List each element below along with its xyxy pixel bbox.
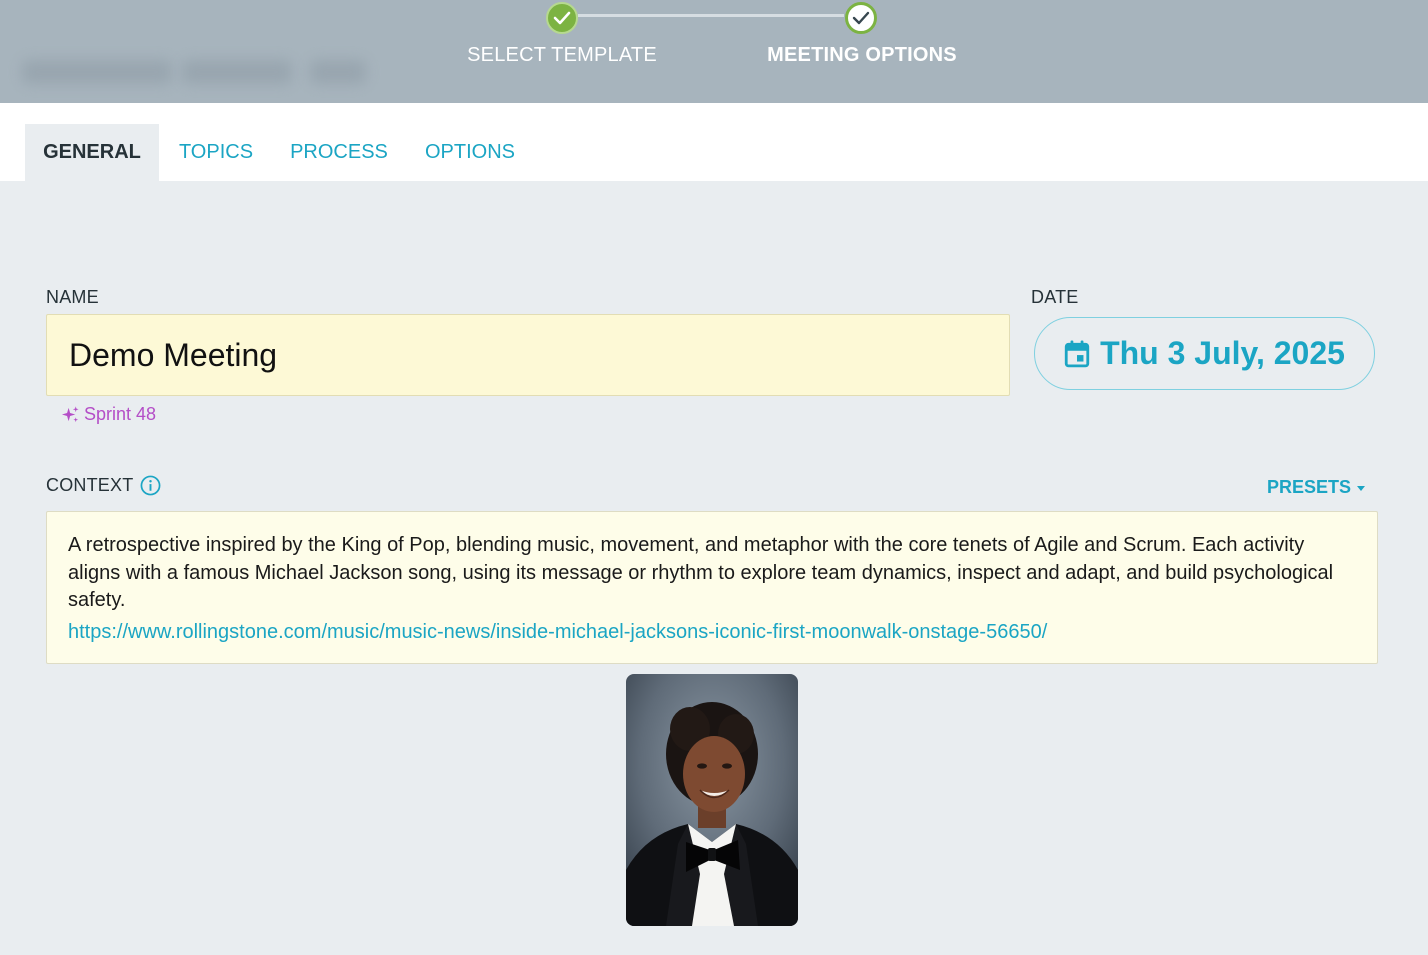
step-meeting-options-label[interactable]: MEETING OPTIONS (742, 44, 982, 67)
meeting-name-input[interactable]: Demo Meeting (46, 314, 1010, 396)
portrait-image (626, 674, 798, 926)
tab-bar: GENERAL TOPICS PROCESS OPTIONS (0, 103, 1428, 181)
tab-general[interactable]: GENERAL (25, 124, 159, 181)
blurred-breadcrumb (310, 60, 366, 84)
context-link[interactable]: https://www.rollingstone.com/music/music… (68, 619, 1356, 647)
step-select-template-indicator[interactable] (546, 2, 578, 34)
check-icon (553, 11, 571, 25)
date-value: Thu 3 July, 2025 (1100, 335, 1345, 371)
presets-dropdown[interactable]: PRESETS (1267, 477, 1366, 498)
date-label: DATE (1031, 287, 1079, 307)
name-suggestion-chip[interactable]: Sprint 48 (61, 404, 156, 425)
date-picker-button[interactable]: Thu 3 July, 2025 (1034, 317, 1375, 390)
presets-label: PRESETS (1267, 477, 1352, 497)
context-label-group: CONTEXT (46, 475, 161, 496)
step-select-template-label[interactable]: SELECT TEMPLATE (442, 44, 682, 67)
sparkle-icon (61, 406, 79, 423)
check-icon (852, 11, 870, 25)
blurred-breadcrumb (22, 60, 172, 84)
context-textarea[interactable]: A retrospective inspired by the King of … (46, 511, 1378, 664)
tab-process[interactable]: PROCESS (276, 124, 402, 181)
name-label: NAME (46, 287, 99, 307)
tab-options[interactable]: OPTIONS (410, 124, 530, 181)
info-icon[interactable] (140, 475, 161, 496)
blurred-breadcrumb (182, 60, 292, 84)
context-text: A retrospective inspired by the King of … (68, 534, 1334, 611)
stepper-connector (578, 14, 844, 17)
context-photo (626, 674, 798, 926)
stepper-bar: SELECT TEMPLATE MEETING OPTIONS (0, 0, 1428, 103)
step-meeting-options-indicator[interactable] (845, 2, 877, 34)
name-suggestion-text: Sprint 48 (84, 404, 157, 424)
context-label: CONTEXT (46, 475, 134, 495)
calendar-icon (1064, 340, 1090, 367)
tab-topics[interactable]: TOPICS (162, 124, 270, 181)
caret-down-icon (1357, 486, 1366, 491)
